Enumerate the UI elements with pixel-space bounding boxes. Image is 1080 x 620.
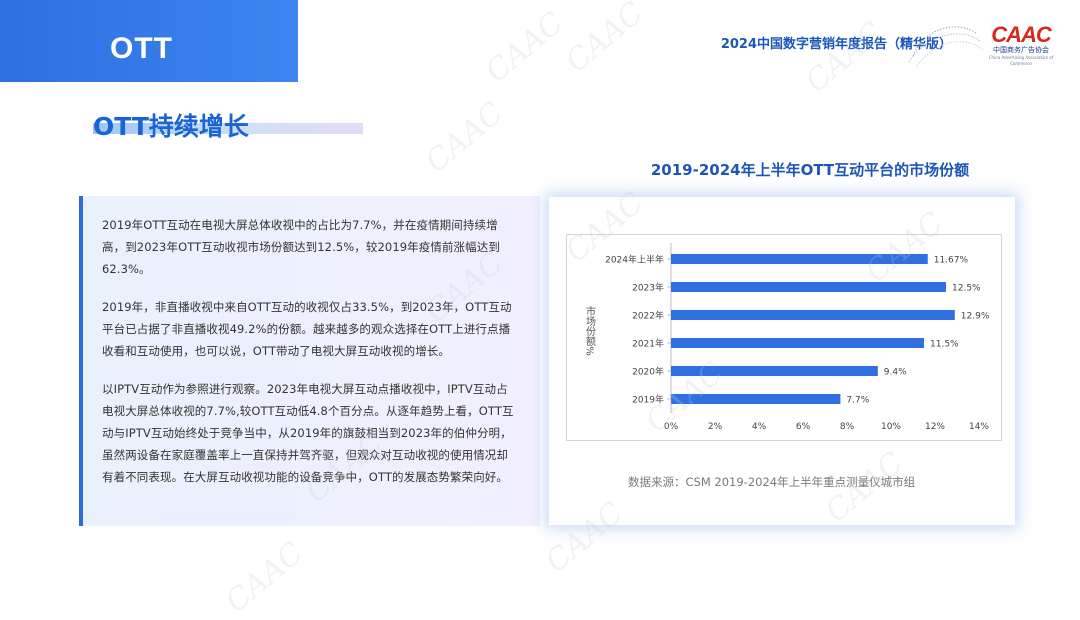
y-tick-label: 2022年	[632, 310, 664, 322]
logo-cn-text: 中国商务广告协会	[993, 46, 1049, 54]
y-tick-label: 2024年上半年	[605, 254, 664, 266]
x-tick-label: 4%	[752, 422, 767, 432]
data-label: 7.7%	[846, 396, 869, 406]
bar	[671, 338, 924, 348]
bar	[671, 366, 878, 376]
corner-label: OTT	[110, 32, 173, 65]
logo-main-text: CAAC	[991, 22, 1052, 47]
logo-swirl-icon	[908, 26, 984, 67]
paragraph-1: 2019年OTT互动在电视大屏总体收视中的占比为7.7%，并在疫情期间持续增高，…	[102, 218, 500, 276]
section-title: OTT持续增长	[93, 112, 249, 141]
y-tick-label: 2020年	[632, 366, 664, 378]
y-tick-label: 2023年	[632, 282, 664, 294]
data-label: 11.67%	[934, 256, 969, 266]
text-panel: 2019年OTT互动在电视大屏总体收视中的占比为7.7%，并在疫情期间持续增高，…	[79, 196, 540, 526]
y-axis-title: 市场份额%	[584, 305, 596, 356]
data-label: 9.4%	[884, 368, 907, 378]
chart-frame: 市场份额% 2024年上半年 11.67% 2023年 12.5% 2022年 12.9% 2…	[566, 234, 1002, 441]
caac-logo: CAAC 中国商务广告协会 China Advertising Associat…	[984, 24, 1058, 67]
paragraph-2: 2019年，非直播收视中来自OTT互动的收视仅占33.5%，到2023年，OTT…	[102, 300, 512, 358]
bar	[671, 310, 955, 320]
bar	[671, 254, 928, 264]
y-tick-label: 2021年	[632, 338, 664, 350]
x-tick-label: 0%	[664, 422, 679, 432]
watermark-text: CAAC	[479, 5, 571, 90]
watermark-text: CAAC	[419, 95, 511, 180]
market-share-bar-chart: 市场份额% 2024年上半年 11.67% 2023年 12.5% 2022年 12.9% 2…	[584, 243, 990, 432]
chart-title: 2019-2024年上半年OTT互动平台的市场份额	[650, 161, 970, 179]
x-tick-label: 10%	[881, 422, 901, 432]
bar	[671, 394, 841, 404]
paragraph-3: 以IPTV互动作为参照进行观察。2023年电视大屏互动点播收视中，IPTV互动占…	[102, 382, 514, 484]
logo-en-text: China Advertising Association of Commerc…	[988, 55, 1054, 66]
x-tick-label: 14%	[969, 422, 989, 432]
y-tick-label: 2019年	[632, 394, 664, 406]
watermark-text: CAAC	[559, 0, 651, 80]
watermark-text: CAAC	[219, 535, 311, 620]
data-source-note: 数据来源：CSM 2019-2024年上半年重点测量仪城市组	[628, 475, 916, 489]
x-tick-label: 6%	[796, 422, 811, 432]
data-label: 12.5%	[952, 284, 981, 294]
data-label: 12.9%	[961, 312, 990, 322]
x-tick-label: 12%	[925, 422, 945, 432]
watermark-text: CAAC	[799, 15, 891, 100]
x-tick-label: 2%	[708, 422, 723, 432]
bar	[671, 282, 946, 292]
data-label: 11.5%	[930, 340, 959, 350]
x-tick-label: 8%	[840, 422, 855, 432]
